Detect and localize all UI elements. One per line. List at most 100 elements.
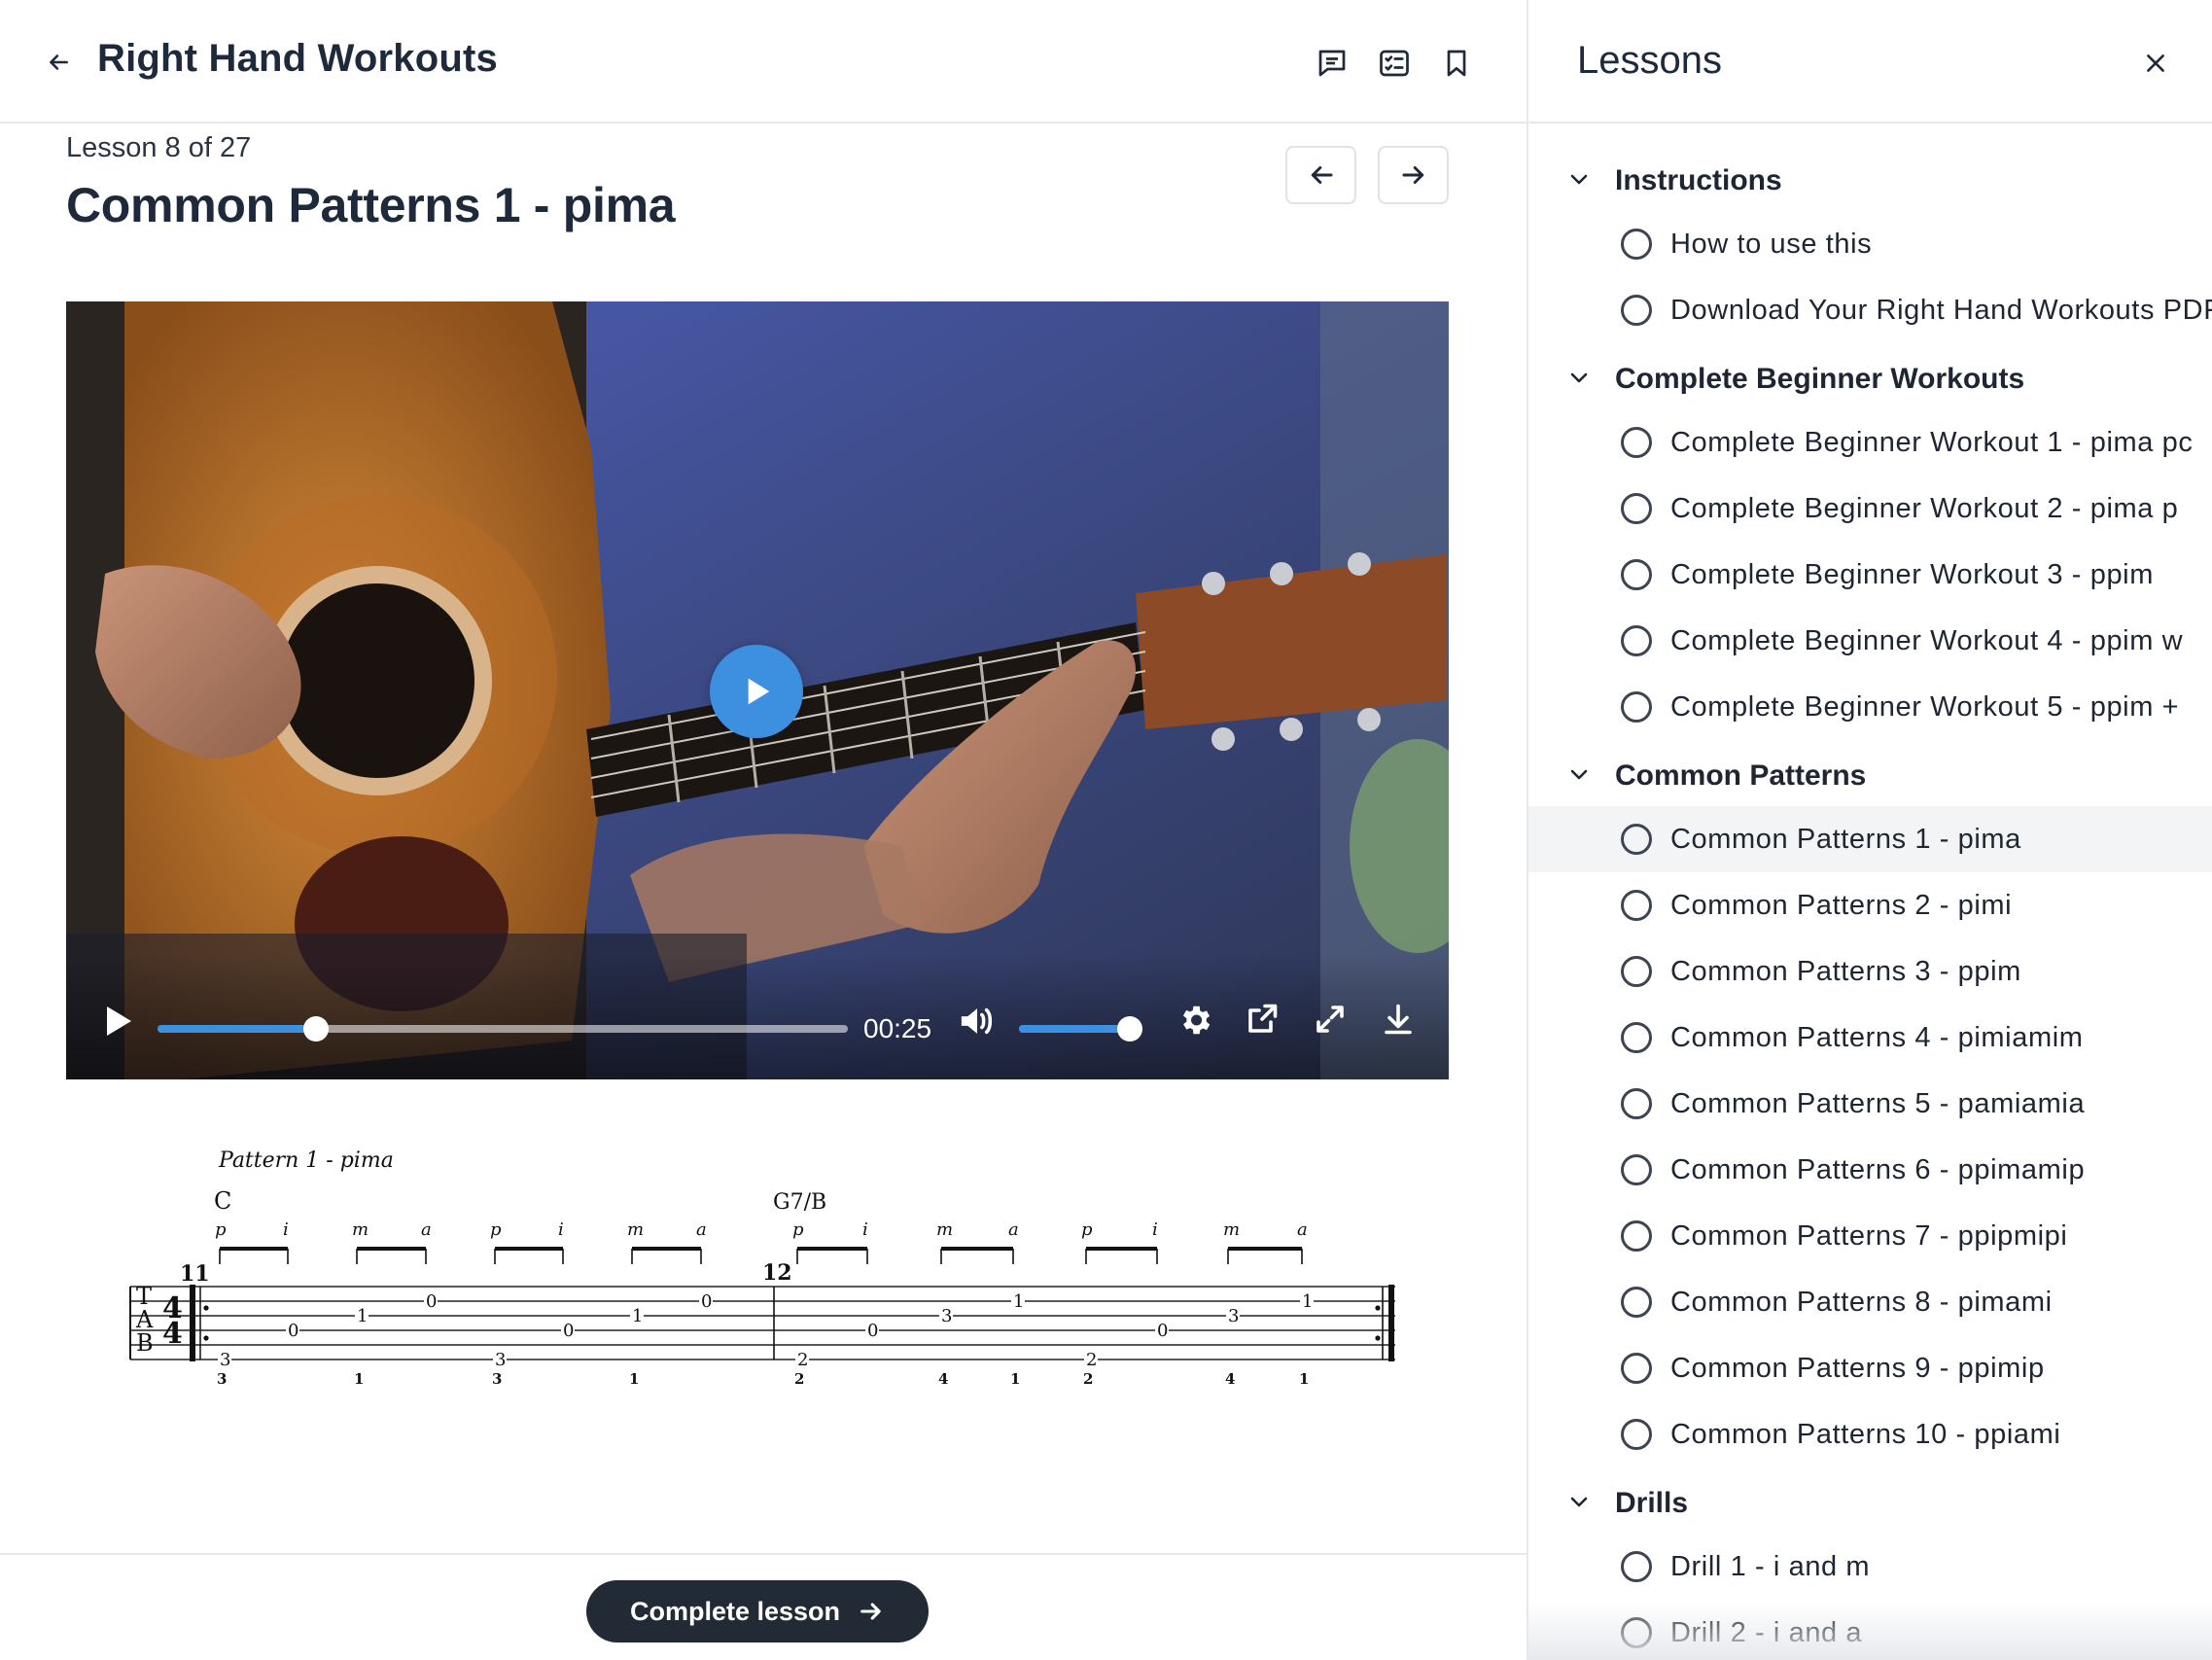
incomplete-circle-icon	[1621, 493, 1652, 524]
finger-letter: m	[627, 1219, 644, 1240]
section-instructions[interactable]: Instructions	[1528, 145, 2212, 211]
lesson-item-label: Common Patterns 7 - ppipmipi	[1670, 1220, 2068, 1252]
incomplete-circle-icon	[1621, 691, 1652, 723]
popout-button[interactable]	[1245, 1002, 1280, 1042]
course-title: Right Hand Workouts	[97, 37, 498, 80]
volume-icon	[961, 1007, 993, 1035]
lesson-item-label: Complete Beginner Workout 2 - pima p	[1670, 493, 2179, 524]
lesson-item-label: Download Your Right Hand Workouts PDF	[1670, 295, 2212, 326]
volume-fill	[1019, 1025, 1131, 1033]
fret-number: 2	[797, 1350, 808, 1370]
volume-slider[interactable]	[1019, 1016, 1143, 1042]
seek-slider[interactable]	[158, 1016, 848, 1042]
video-controls-bar	[66, 953, 1449, 1079]
incomplete-circle-icon	[1621, 427, 1652, 458]
lesson-item[interactable]: Download Your Right Hand Workouts PDF	[1528, 277, 2212, 343]
mute-button[interactable]	[957, 1002, 998, 1045]
checklist-button[interactable]	[1372, 41, 1417, 86]
lesson-item[interactable]: Complete Beginner Workout 3 - ppim	[1528, 542, 2212, 608]
fret-number: 2	[1086, 1350, 1097, 1370]
next-lesson-button[interactable]	[1378, 146, 1449, 204]
incomplete-circle-icon	[1621, 1419, 1652, 1450]
fullscreen-button[interactable]	[1313, 1002, 1348, 1042]
lesson-item[interactable]: Drill 1 - i and m	[1528, 1534, 2212, 1600]
lesson-item[interactable]: Complete Beginner Workout 5 - ppim +	[1528, 674, 2212, 740]
close-sidebar-button[interactable]	[2135, 43, 2176, 84]
section-common-patterns[interactable]: Common Patterns	[1528, 740, 2212, 806]
play-icon	[748, 678, 770, 705]
lesson-header: Right Hand Workouts	[0, 0, 1527, 124]
lesson-item[interactable]: Common Patterns 7 - ppipmipi	[1528, 1203, 2212, 1269]
lesson-item[interactable]: Common Patterns 4 - pimiamim	[1528, 1005, 2212, 1071]
fret-number: 0	[701, 1291, 712, 1312]
lesson-item[interactable]: Common Patterns 5 - pamiamia	[1528, 1071, 2212, 1137]
lesson-item[interactable]: Common Patterns 2 - pimi	[1528, 872, 2212, 938]
fret-number: 3	[941, 1306, 952, 1326]
time-signature: 4	[162, 1317, 183, 1351]
fret-number: 1	[357, 1306, 368, 1326]
incomplete-circle-icon	[1621, 295, 1652, 326]
lesson-item[interactable]: How to use this	[1528, 211, 2212, 277]
lesson-item[interactable]: Complete Beginner Workout 2 - pima p	[1528, 476, 2212, 542]
repeat-dot	[1375, 1335, 1381, 1341]
finger-letter: a	[696, 1219, 707, 1240]
lesson-list: Instructions How to use this Download Your…	[1528, 124, 2212, 1660]
complete-lesson-label: Complete lesson	[629, 1596, 841, 1626]
finger-letter: a	[1008, 1219, 1019, 1240]
lesson-item[interactable]: Common Patterns 9 - ppimip	[1528, 1335, 2212, 1401]
left-hand-finger-number: 3	[492, 1370, 502, 1388]
bookmark-icon	[1447, 50, 1466, 77]
left-hand-finger-number: 1	[629, 1370, 639, 1388]
lesson-title: Common Patterns 1 - pima	[66, 178, 676, 232]
play-button[interactable]	[97, 1002, 136, 1045]
arrow-right-icon	[1402, 166, 1423, 184]
finger-letter: p	[1081, 1219, 1093, 1240]
section-complete-beginner-workouts[interactable]: Complete Beginner Workouts	[1528, 343, 2212, 409]
play-icon	[107, 1007, 131, 1036]
comments-button[interactable]	[1310, 41, 1354, 86]
previous-lesson-button[interactable]	[1285, 146, 1356, 204]
lesson-item[interactable]: Common Patterns 3 - ppim	[1528, 938, 2212, 1005]
big-play-button[interactable]	[710, 645, 803, 738]
lesson-item-label: Common Patterns 3 - ppim	[1670, 956, 2021, 987]
fullscreen-icon	[1317, 1006, 1344, 1033]
finger-letter: m	[936, 1219, 953, 1240]
fret-number: 1	[1013, 1291, 1024, 1312]
section-label: Instructions	[1615, 164, 1782, 196]
lesson-item[interactable]: Common Patterns 6 - ppimamip	[1528, 1137, 2212, 1203]
left-hand-finger-number: 1	[1299, 1370, 1309, 1388]
lesson-item-label: Common Patterns 2 - pimi	[1670, 890, 2013, 921]
chevron-down-icon	[1567, 1490, 1591, 1518]
volume-handle[interactable]	[1117, 1016, 1143, 1042]
finger-letter: a	[421, 1219, 432, 1240]
settings-button[interactable]	[1176, 1002, 1213, 1043]
fret-number: 0	[426, 1291, 437, 1312]
incomplete-circle-icon	[1621, 229, 1652, 260]
lesson-item[interactable]: Complete Beginner Workout 4 - ppim w	[1528, 608, 2212, 674]
section-label: Complete Beginner Workouts	[1615, 363, 2025, 395]
section-drills[interactable]: Drills	[1528, 1467, 2212, 1534]
download-button[interactable]	[1381, 1002, 1416, 1042]
lesson-item-label: Common Patterns 9 - ppimip	[1670, 1353, 2045, 1384]
chevron-down-icon	[1567, 167, 1591, 195]
bookmark-button[interactable]	[1434, 41, 1479, 86]
left-hand-finger-number: 1	[354, 1370, 364, 1388]
lesson-item[interactable]: Common Patterns 1 - pima	[1528, 806, 2212, 872]
lesson-item-label: Common Patterns 1 - pima	[1670, 824, 2021, 855]
lesson-item-label: Complete Beginner Workout 3 - ppim	[1670, 559, 2154, 590]
fret-number: 0	[867, 1321, 878, 1341]
gear-icon	[1182, 1006, 1211, 1035]
video-player[interactable]: 00:25	[66, 301, 1449, 1079]
download-icon	[1385, 1004, 1412, 1035]
back-button[interactable]	[39, 43, 78, 82]
finger-letter: a	[1297, 1219, 1308, 1240]
lesson-item[interactable]: Common Patterns 8 - pimami	[1528, 1269, 2212, 1335]
measure-number-11: 11	[180, 1261, 210, 1287]
section-label: Drills	[1615, 1487, 1689, 1519]
lesson-item[interactable]: Complete Beginner Workout 1 - pima pc	[1528, 409, 2212, 476]
finger-letter: p	[490, 1219, 502, 1240]
repeat-dot	[203, 1335, 209, 1341]
complete-lesson-button[interactable]: Complete lesson	[586, 1580, 929, 1642]
lesson-item[interactable]: Common Patterns 10 - ppiami	[1528, 1401, 2212, 1467]
arrow-left-icon	[1311, 166, 1332, 184]
